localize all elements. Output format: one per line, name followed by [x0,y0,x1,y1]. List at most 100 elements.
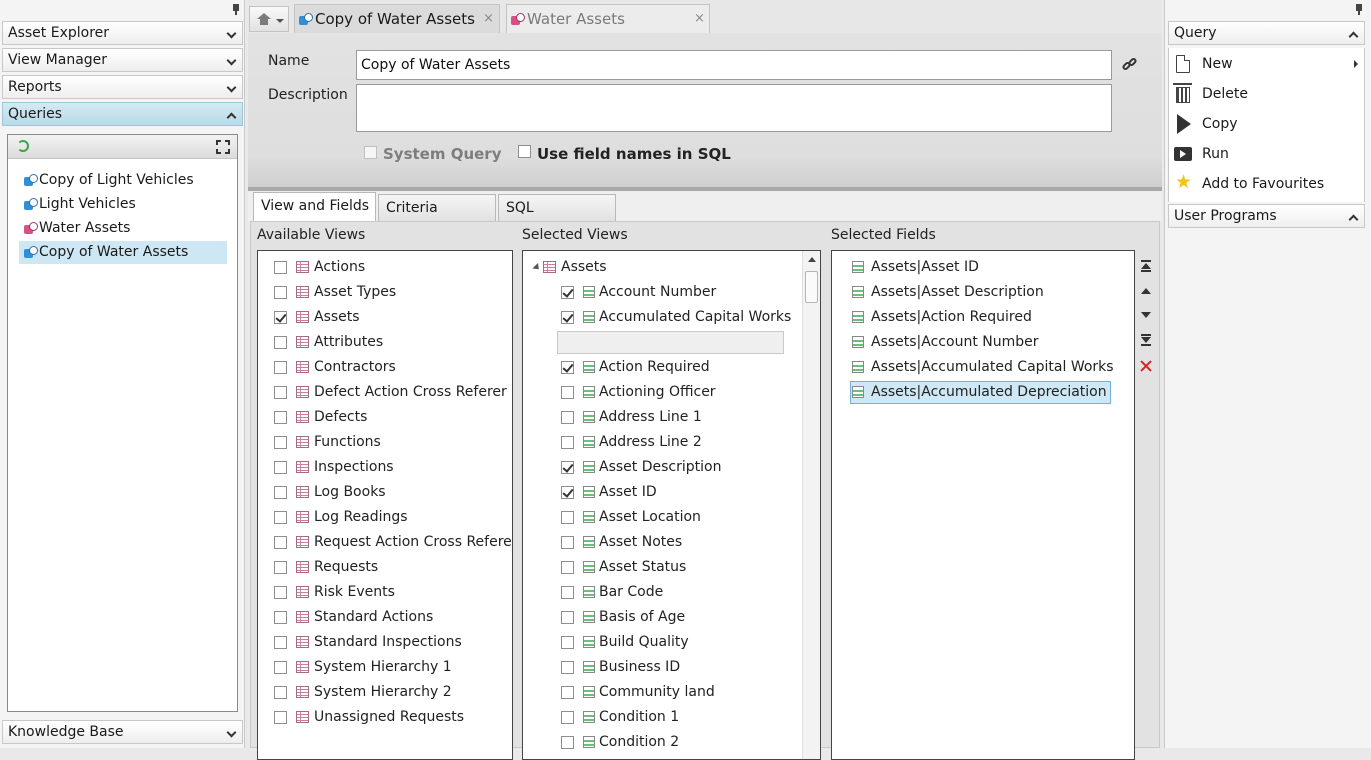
available-view-item[interactable]: Requests [272,555,512,580]
selected-field-item[interactable]: Assets|Asset ID [852,255,1122,280]
available-view-item[interactable]: Defect Action Cross Referer [272,380,512,405]
view-checkbox[interactable] [274,411,287,424]
tree-node-assets[interactable]: Assets [531,255,791,280]
tab-copy-of-water-assets[interactable]: Copy of Water Assets × [294,4,500,33]
view-checkbox[interactable] [274,561,287,574]
section-queries[interactable]: Queries [2,102,243,126]
section-view-manager[interactable]: View Manager [2,48,243,72]
selected-view-field-item[interactable]: Action Required [561,355,801,380]
refresh-icon[interactable] [17,140,29,152]
menu-new[interactable]: New [1169,49,1364,79]
close-icon[interactable]: × [694,5,705,33]
section-query[interactable]: Query [1168,21,1365,45]
pin-icon[interactable] [230,4,242,16]
view-checkbox[interactable] [274,461,287,474]
expand-icon[interactable] [216,140,230,154]
menu-run[interactable]: Run [1169,139,1364,169]
field-checkbox[interactable] [561,561,574,574]
field-checkbox[interactable] [561,311,574,324]
use-field-names-checkbox[interactable] [518,145,531,158]
view-checkbox[interactable] [274,586,287,599]
field-checkbox[interactable] [561,686,574,699]
view-checkbox[interactable] [274,536,287,549]
selected-view-field-item[interactable]: Condition 2 [561,730,801,755]
available-view-item[interactable]: Risk Events [272,580,512,605]
selected-view-field-item[interactable]: Asset Description [561,455,801,480]
selected-field-item[interactable]: Assets|Accumulated Capital Works [852,355,1122,380]
view-checkbox[interactable] [274,711,287,724]
selected-field-item[interactable]: Assets|Action Required [852,305,1122,330]
field-checkbox[interactable] [561,486,574,499]
expand-triangle-icon[interactable] [532,262,542,273]
field-checkbox[interactable] [561,511,574,524]
tab-sql[interactable]: SQL [498,194,616,221]
name-input[interactable] [356,50,1112,80]
available-view-item[interactable]: Standard Inspections [272,630,512,655]
view-checkbox[interactable] [274,361,287,374]
field-checkbox[interactable] [561,736,574,749]
view-checkbox[interactable] [274,436,287,449]
available-view-item[interactable]: Log Readings [272,505,512,530]
available-views-list[interactable]: Actions Asset Types Assets Attributes Contra… [257,250,513,760]
selected-view-field-item[interactable]: Accumulated Capital Works [561,305,801,330]
view-checkbox[interactable] [274,311,287,324]
available-view-item[interactable]: System Hierarchy 1 [272,655,512,680]
tab-view-and-fields[interactable]: View and Fields [253,192,376,221]
home-tab[interactable] [249,6,289,32]
selected-view-field-item[interactable]: Actioning Officer [561,380,801,405]
selected-view-field-item[interactable]: Account Number [561,280,801,305]
selected-field-item-selected[interactable]: Assets|Accumulated Depreciation [852,380,1122,405]
selected-view-field-item[interactable]: Asset Location [561,505,801,530]
selected-view-field-item[interactable]: Basis of Age [561,605,801,630]
field-checkbox[interactable] [561,411,574,424]
selected-view-field-item[interactable]: Address Line 2 [561,430,801,455]
field-checkbox[interactable] [561,461,574,474]
view-checkbox[interactable] [274,636,287,649]
selected-view-field-item[interactable]: Build Quality [561,630,801,655]
selected-view-field-item[interactable]: Asset ID [561,480,801,505]
view-checkbox[interactable] [274,336,287,349]
description-input[interactable] [356,84,1112,132]
view-checkbox[interactable] [274,661,287,674]
query-item[interactable]: Light Vehicles [19,193,227,216]
selected-views-list[interactable]: Assets Account Number Accumulated Capital… [522,250,821,760]
selected-view-field-item[interactable]: Asset Notes [561,530,801,555]
selected-view-field-item[interactable]: Condition 1 [561,705,801,730]
selected-field-item[interactable]: Assets|Account Number [852,330,1122,355]
view-checkbox[interactable] [274,286,287,299]
field-checkbox[interactable] [561,536,574,549]
close-icon[interactable]: × [483,5,494,33]
available-view-item[interactable]: Contractors [272,355,512,380]
scrollbar[interactable] [802,251,820,759]
section-knowledge-base[interactable]: Knowledge Base [2,720,243,744]
available-view-item[interactable]: Log Books [272,480,512,505]
move-bottom-button[interactable] [1139,333,1153,347]
tab-water-assets[interactable]: Water Assets × [506,4,710,33]
move-top-button[interactable] [1139,259,1153,273]
field-checkbox[interactable] [561,611,574,624]
tab-criteria[interactable]: Criteria [378,194,496,221]
section-asset-explorer[interactable]: Asset Explorer [2,21,243,45]
scroll-up-arrow-icon[interactable] [808,257,816,262]
field-checkbox[interactable] [561,361,574,374]
menu-delete[interactable]: Delete [1169,79,1364,109]
available-view-item[interactable]: Functions [272,430,512,455]
available-view-item[interactable]: Inspections [272,455,512,480]
move-up-button[interactable] [1139,284,1153,298]
view-checkbox[interactable] [274,686,287,699]
available-view-item[interactable]: Actions [272,255,512,280]
available-view-item[interactable]: Defects [272,405,512,430]
view-checkbox[interactable] [274,261,287,274]
available-view-item[interactable]: Attributes [272,330,512,355]
remove-field-button[interactable] [1139,359,1153,373]
selected-field-item[interactable]: Assets|Asset Description [852,280,1122,305]
available-view-item[interactable]: Standard Actions [272,605,512,630]
menu-add-to-favourites[interactable]: ★ Add to Favourites [1169,169,1364,199]
view-checkbox[interactable] [274,386,287,399]
available-view-item[interactable]: Unassigned Requests [272,705,512,730]
available-view-item[interactable]: Request Action Cross Refere [272,530,512,555]
link-icon[interactable] [1121,56,1138,72]
section-user-programs[interactable]: User Programs [1168,204,1365,228]
scroll-thumb[interactable] [805,271,818,303]
view-checkbox[interactable] [274,511,287,524]
